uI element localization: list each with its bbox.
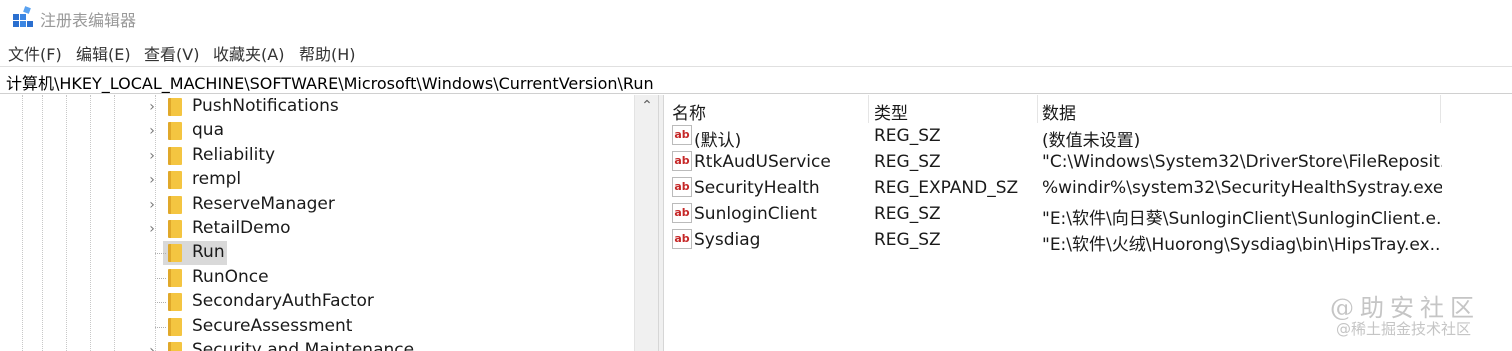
value-data: "E:\软件\向日葵\SunloginClient\SunloginClient…: [1042, 209, 1442, 229]
address-path[interactable]: 计算机\HKEY_LOCAL_MACHINE\SOFTWARE\Microsof…: [6, 70, 654, 94]
window-title: 注册表编辑器: [40, 11, 137, 30]
value-row[interactable]: ab RtkAudUService REG_SZ "C:\Windows\Sys…: [664, 149, 1512, 175]
column-header-name[interactable]: 名称: [672, 99, 706, 124]
menu-bar: 文件(F) 编辑(E) 查看(V) 收藏夹(A) 帮助(H): [0, 38, 1512, 64]
column-header-type[interactable]: 类型: [874, 99, 908, 124]
tree-item-runonce[interactable]: RunOnce: [0, 266, 634, 290]
menu-help[interactable]: 帮助(H): [299, 41, 356, 65]
value-data: %windir%\system32\SecurityHealthSystray.…: [1042, 178, 1442, 198]
menu-file[interactable]: 文件(F): [8, 41, 62, 65]
string-value-icon: ab: [672, 203, 692, 223]
chevron-right-icon[interactable]: ›: [146, 148, 158, 164]
value-type: REG_SZ: [874, 230, 941, 250]
tree-item-qua[interactable]: › qua: [0, 119, 634, 143]
tree-item-pushnotifications[interactable]: › PushNotifications: [0, 95, 634, 119]
folder-icon: [168, 196, 182, 214]
value-row[interactable]: ab SecurityHealth REG_EXPAND_SZ %windir%…: [664, 175, 1512, 201]
column-header-data[interactable]: 数据: [1042, 99, 1076, 124]
folder-icon: [168, 269, 182, 287]
title-bar: 注册表编辑器: [0, 0, 1512, 34]
menu-edit[interactable]: 编辑(E): [76, 41, 131, 65]
string-value-icon: ab: [672, 125, 692, 145]
tree-item-label: RunOnce: [192, 267, 269, 287]
tree-item-secondaryauthfactor[interactable]: SecondaryAuthFactor: [0, 290, 634, 314]
tree-item-security-and-maintenance[interactable]: › Security and Maintenance: [0, 339, 634, 351]
tree-item-label: ReserveManager: [192, 194, 335, 214]
tree-item-label: Run: [192, 242, 225, 262]
tree-item-label: rempl: [192, 169, 242, 189]
column-divider[interactable]: [868, 95, 869, 123]
tree-scrollbar[interactable]: ⌃: [634, 95, 658, 351]
folder-icon: [168, 171, 182, 189]
tree-item-label: Security and Maintenance: [192, 340, 415, 351]
folder-icon: [168, 244, 182, 262]
tree-item-label: PushNotifications: [192, 96, 339, 116]
folder-icon: [168, 122, 182, 140]
tree-item-run[interactable]: Run: [0, 241, 634, 265]
menu-view[interactable]: 查看(V): [144, 41, 199, 65]
tree-item-reliability[interactable]: › Reliability: [0, 144, 634, 168]
value-type: REG_EXPAND_SZ: [874, 178, 1019, 198]
list-header: 名称 类型 数据: [664, 95, 1512, 124]
tree-item-label: qua: [192, 120, 224, 140]
value-type: REG_SZ: [874, 152, 941, 172]
value-data: "C:\Windows\System32\DriverStore\FileRep…: [1042, 152, 1442, 172]
value-row[interactable]: ab (默认) REG_SZ (数值未设置): [664, 123, 1512, 151]
tree-item-rempl[interactable]: › rempl: [0, 168, 634, 192]
string-value-icon: ab: [672, 177, 692, 197]
folder-icon: [168, 98, 182, 116]
value-name: Sysdiag: [694, 230, 761, 250]
chevron-right-icon[interactable]: ›: [146, 221, 158, 237]
watermark-line-2: @稀土掘金技术社区: [1336, 320, 1472, 338]
scroll-up-arrow-icon[interactable]: ⌃: [635, 95, 659, 117]
tree-item-retaildemo[interactable]: › RetailDemo: [0, 217, 634, 241]
tree-connector: [155, 327, 166, 328]
folder-icon: [168, 318, 182, 336]
registry-editor-icon: [13, 6, 33, 27]
tree-connector: [155, 302, 166, 303]
tree-item-label: SecureAssessment: [192, 316, 353, 336]
string-value-icon: ab: [672, 229, 692, 249]
address-bar[interactable]: 计算机\HKEY_LOCAL_MACHINE\SOFTWARE\Microsof…: [0, 66, 1512, 94]
watermark: @助安社区 @稀土掘金技术社区: [1330, 288, 1505, 344]
tree-item-secureassessment[interactable]: SecureAssessment: [0, 315, 634, 339]
folder-icon: [168, 342, 182, 351]
value-name: SunloginClient: [694, 204, 817, 224]
folder-icon: [168, 220, 182, 238]
string-value-icon: ab: [672, 151, 692, 171]
tree-connector: [155, 278, 166, 279]
chevron-right-icon[interactable]: ›: [146, 123, 158, 139]
chevron-right-icon[interactable]: ›: [146, 172, 158, 188]
chevron-right-icon[interactable]: ›: [146, 197, 158, 213]
menu-favorites[interactable]: 收藏夹(A): [213, 41, 284, 65]
value-name: SecurityHealth: [694, 178, 820, 198]
key-tree-pane[interactable]: › PushNotifications › qua › Reliability …: [0, 95, 658, 351]
chevron-right-icon[interactable]: ›: [146, 99, 158, 115]
value-row[interactable]: ab SunloginClient REG_SZ "E:\软件\向日葵\Sunl…: [664, 201, 1512, 229]
chevron-right-icon[interactable]: ›: [146, 343, 158, 351]
tree-item-label: SecondaryAuthFactor: [192, 291, 374, 311]
value-row[interactable]: ab Sysdiag REG_SZ "E:\软件\火绒\Huorong\Sysd…: [664, 227, 1512, 255]
value-name: RtkAudUService: [694, 152, 831, 172]
value-data: (数值未设置): [1042, 131, 1141, 151]
value-data: "E:\软件\火绒\Huorong\Sysdiag\bin\HipsTray.e…: [1042, 235, 1442, 255]
folder-icon: [168, 147, 182, 165]
tree-connector: [155, 253, 166, 254]
value-type: REG_SZ: [874, 204, 941, 224]
column-divider[interactable]: [1440, 95, 1441, 123]
tree-item-label: Reliability: [192, 145, 276, 165]
value-name: (默认): [694, 131, 742, 151]
folder-icon: [168, 293, 182, 311]
tree-item-label: RetailDemo: [192, 218, 291, 238]
value-type: REG_SZ: [874, 126, 941, 146]
column-divider[interactable]: [1037, 95, 1038, 123]
tree-item-reservemanager[interactable]: › ReserveManager: [0, 193, 634, 217]
